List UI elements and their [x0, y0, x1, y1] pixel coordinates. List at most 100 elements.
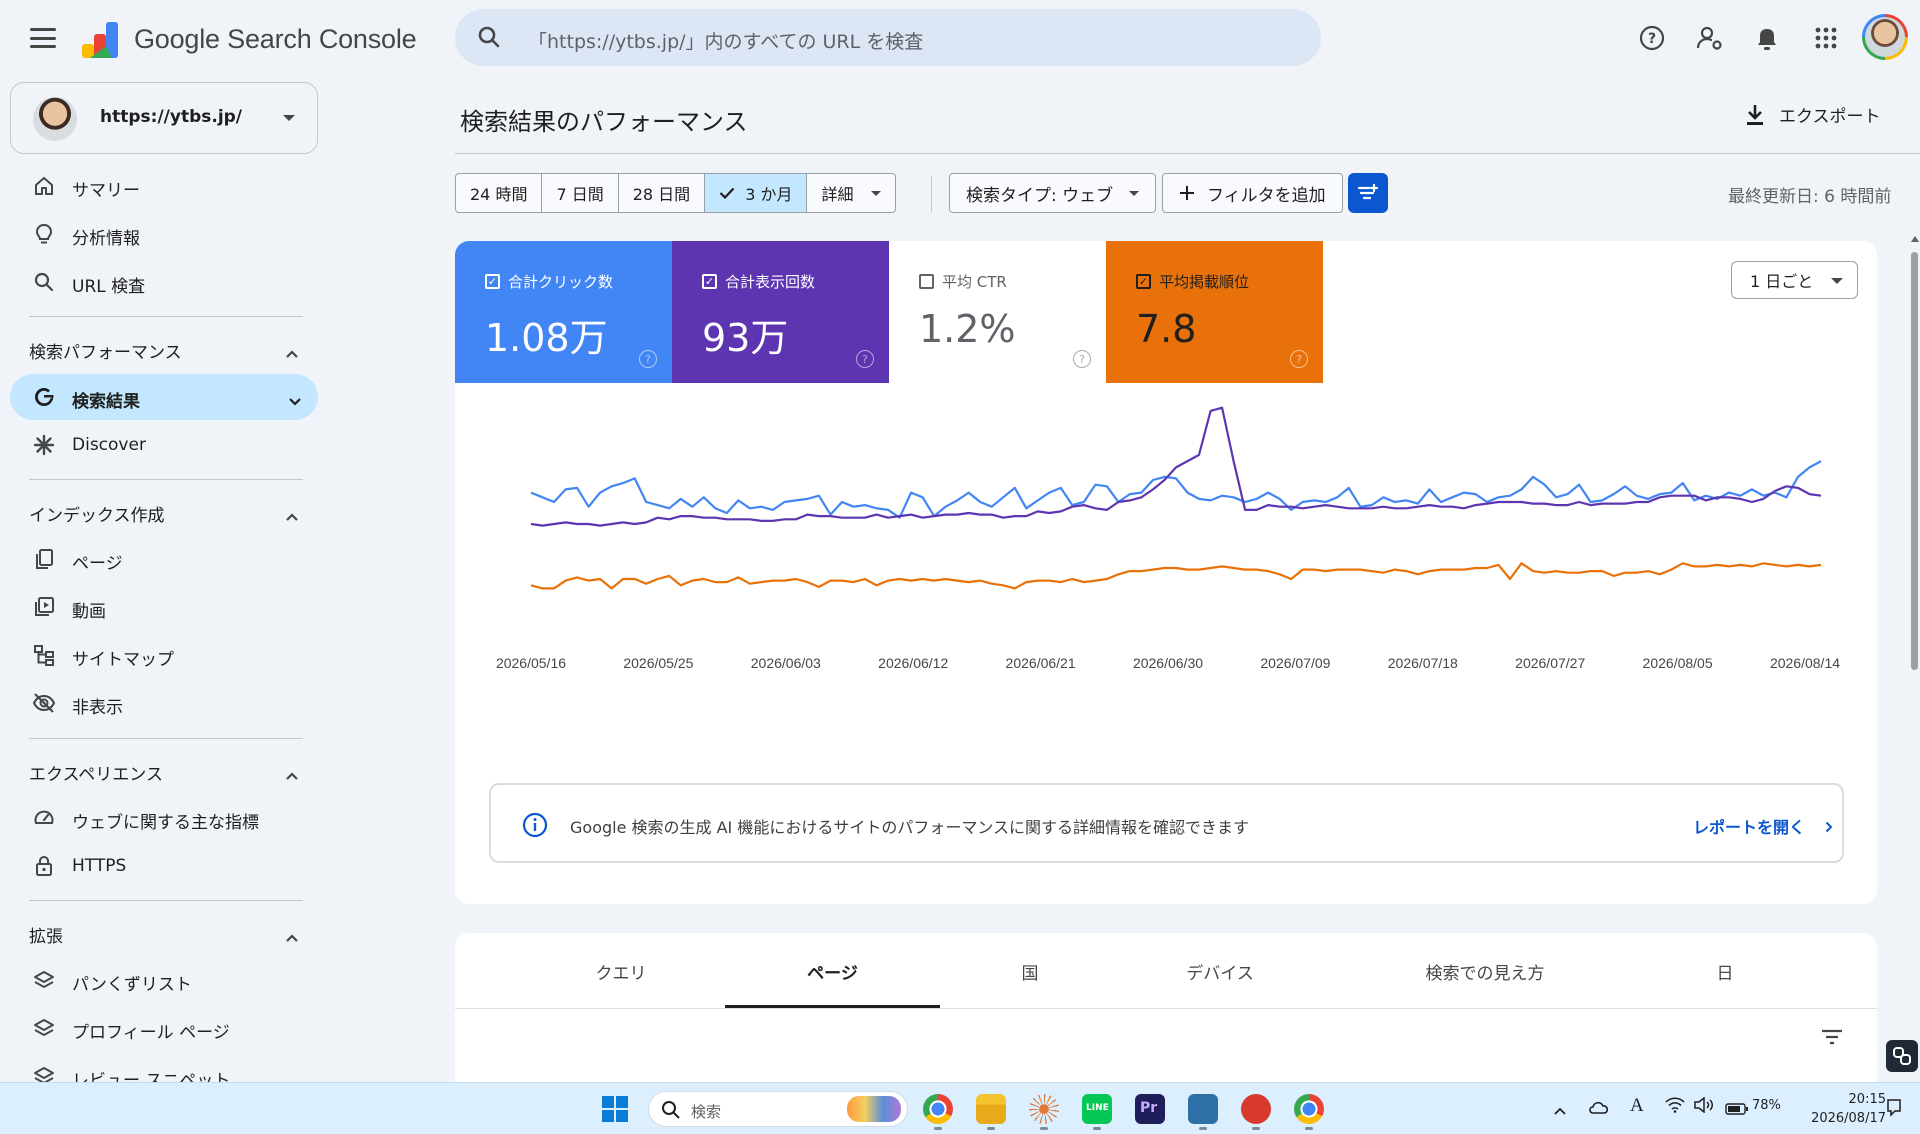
metric-card-impressions[interactable]: ✓ 合計表示回数 93万 ?	[672, 241, 889, 383]
filter-settings-icon[interactable]	[1348, 173, 1388, 213]
metric-card-position[interactable]: ✓ 平均掲載順位 7.8 ?	[1106, 241, 1323, 383]
search-icon	[32, 270, 56, 294]
account-avatar[interactable]	[1862, 14, 1908, 60]
sidebar-item-label: ページ	[72, 554, 123, 574]
apps-grid-icon[interactable]	[1810, 22, 1842, 54]
sidebar-section-indexing[interactable]: インデックス作成	[29, 497, 311, 527]
add-filter-button[interactable]: フィルタを追加	[1162, 173, 1343, 213]
tab-dates[interactable]: 日	[1655, 959, 1795, 984]
sidebar-item-video[interactable]: 動画	[10, 584, 318, 630]
help-icon[interactable]: ?	[1290, 350, 1308, 368]
premiere-pro-icon[interactable]: Pr	[1135, 1094, 1165, 1124]
sidebar-section-enhancements[interactable]: 拡張	[29, 918, 311, 948]
battery-icon[interactable]	[1725, 1100, 1749, 1119]
sidebar-item-pages[interactable]: ページ	[10, 536, 318, 582]
series-line-合計表示回数[interactable]	[530, 406, 1822, 527]
tab-pages[interactable]: ページ	[725, 959, 940, 984]
tab-countries[interactable]: 国	[960, 959, 1100, 984]
pages-icon	[32, 547, 56, 571]
sidebar-item-core-web-vitals[interactable]: ウェブに関する主な指標	[10, 795, 318, 841]
account-settings-icon[interactable]	[1694, 22, 1726, 54]
brand-title[interactable]: Google Search Console	[134, 24, 417, 55]
range-28d[interactable]: 28 日間	[619, 174, 706, 212]
sidebar-divider	[29, 738, 303, 739]
tab-devices[interactable]: デバイス	[1150, 959, 1290, 984]
menu-icon[interactable]	[26, 24, 60, 52]
taskbar-search[interactable]: 検索	[648, 1091, 908, 1127]
clock-time: 20:15	[1848, 1092, 1886, 1107]
chart-series-layer	[530, 406, 1822, 590]
help-icon[interactable]: ?	[856, 350, 874, 368]
chevron-up-icon	[285, 766, 299, 785]
granularity-dropdown[interactable]: 1 日ごと	[1731, 261, 1858, 299]
sidebar-item-search-results[interactable]: 検索結果	[10, 374, 318, 420]
floating-link-icon[interactable]	[1886, 1040, 1918, 1072]
sidebar-item-url-inspection[interactable]: URL 検査	[10, 259, 318, 305]
metric-card-ctr[interactable]: 平均 CTR 1.2% ?	[889, 241, 1106, 383]
claude-app-icon[interactable]	[1029, 1094, 1059, 1130]
line-app-icon[interactable]: LINE	[1082, 1094, 1112, 1130]
sidebar-item-breadcrumbs[interactable]: パンくずリスト	[10, 957, 318, 1003]
series-line-平均掲載順位[interactable]	[530, 562, 1822, 590]
chevron-right-icon	[1825, 818, 1833, 837]
sidebar-section-performance[interactable]: 検索パフォーマンス	[29, 334, 311, 364]
metric-header: 平均 CTR	[919, 271, 1007, 292]
sidebar-item-discover[interactable]: Discover	[10, 422, 318, 468]
metric-card-clicks[interactable]: ✓ 合計クリック数 1.08万 ?	[455, 241, 672, 383]
scrollbar-thumb[interactable]	[1911, 252, 1918, 670]
sidebar-item-sitemaps[interactable]: サイトマップ	[10, 632, 318, 678]
scroll-up-arrow-icon[interactable]	[1911, 236, 1919, 242]
ime-mode-icon[interactable]: A	[1630, 1095, 1644, 1117]
export-button[interactable]: エクスポート	[1745, 102, 1881, 127]
notifications-bell-icon[interactable]	[1751, 22, 1783, 54]
asterisk-icon	[32, 433, 56, 457]
tab-search-appearance[interactable]: 検索での見え方	[1385, 959, 1585, 984]
wifi-icon[interactable]	[1665, 1097, 1685, 1117]
taskbar-clock[interactable]: 20:15 2026/08/17	[1796, 1090, 1886, 1128]
volume-icon[interactable]	[1694, 1096, 1714, 1117]
x-tick-label: 2026/07/18	[1388, 655, 1458, 671]
dimension-tabs-card: クエリ ページ 国 デバイス 検索での見え方 日	[455, 933, 1877, 1083]
range-custom[interactable]: 詳細	[807, 174, 895, 212]
range-3m[interactable]: 3 か月	[705, 174, 808, 212]
chrome-app-icon[interactable]	[923, 1094, 953, 1130]
sidebar-item-insights[interactable]: 分析情報	[10, 211, 318, 257]
help-icon[interactable]: ?	[639, 350, 657, 368]
chevron-up-icon[interactable]	[1553, 1101, 1567, 1120]
range-7d[interactable]: 7 日間	[542, 174, 619, 212]
file-explorer-icon[interactable]	[976, 1094, 1006, 1130]
checkbox-checked-icon: ✓	[485, 274, 500, 289]
help-icon[interactable]: ?	[1636, 22, 1668, 54]
layers-icon	[32, 968, 56, 992]
sidebar-item-summary[interactable]: サマリー	[10, 163, 318, 209]
search-type-filter[interactable]: 検索タイプ: ウェブ	[949, 173, 1157, 213]
onedrive-cloud-icon[interactable]	[1588, 1099, 1610, 1118]
check-icon	[719, 187, 735, 199]
table-filter-icon[interactable]	[1821, 1029, 1843, 1045]
layers-icon	[32, 1016, 56, 1040]
windows-start-icon[interactable]	[601, 1095, 629, 1127]
url-inspection-search[interactable]: 「https://ytbs.jp/」内のすべての URL を検査	[455, 9, 1321, 66]
notification-center-icon[interactable]	[1885, 1097, 1903, 1123]
sidebar-item-profile-page[interactable]: プロフィール ページ	[10, 1005, 318, 1051]
sidebar-section-experience[interactable]: エクスペリエンス	[29, 756, 311, 786]
sidebar-item-label: 非表示	[72, 698, 123, 718]
x-tick-label: 2026/05/16	[496, 655, 566, 671]
range-24h[interactable]: 24 時間	[456, 174, 543, 212]
chrome-app-icon[interactable]	[1294, 1094, 1324, 1130]
sidebar-item-removals[interactable]: 非表示	[10, 680, 318, 726]
help-icon[interactable]: ?	[1073, 350, 1091, 368]
chevron-up-icon	[285, 507, 299, 526]
sidebar-item-https[interactable]: HTTPS	[10, 843, 318, 889]
series-line-合計クリック数[interactable]	[530, 460, 1822, 519]
tab-queries[interactable]: クエリ	[551, 959, 691, 984]
sidebar-item-label: URL 検査	[72, 277, 146, 297]
property-url: https://ytbs.jp/	[100, 107, 243, 127]
pdf-app-icon[interactable]	[1241, 1094, 1271, 1130]
sidebar-item-label: プロフィール ページ	[72, 1023, 230, 1043]
open-report-link[interactable]: レポートを開く	[1693, 814, 1833, 838]
sidebar-item-label: 検索結果	[72, 392, 140, 412]
property-selector[interactable]: https://ytbs.jp/	[10, 82, 318, 154]
google-g-icon	[32, 385, 56, 409]
notepad-icon[interactable]	[1188, 1094, 1218, 1130]
